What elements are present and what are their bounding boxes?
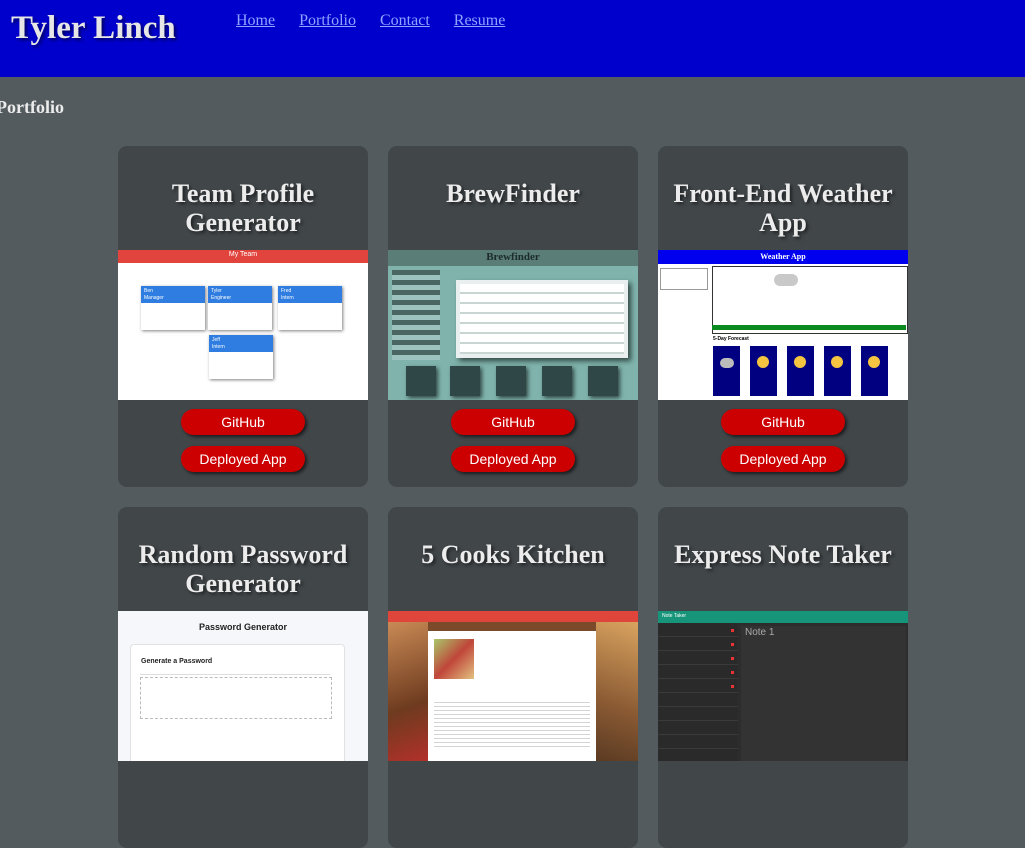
nav-home-link[interactable]: Home xyxy=(236,12,275,29)
deployed-app-button[interactable]: Deployed App xyxy=(451,446,575,472)
thumb-forecast-label: 5-Day Forecast xyxy=(713,336,749,342)
project-card-cooks-kitchen: 5 Cooks Kitchen xyxy=(388,507,638,848)
site-header: Tyler Linch Home Portfolio Contact Resum… xyxy=(0,0,1025,77)
nav-resume-link[interactable]: Resume xyxy=(454,12,506,29)
thumb-card-role: Manager xyxy=(144,295,164,301)
section-title: Portfolio xyxy=(0,97,64,117)
project-title: BrewFinder xyxy=(446,179,580,208)
thumb-note-title: Note 1 xyxy=(745,627,775,638)
project-screenshot: Weather App 5-Day Forecast xyxy=(658,250,908,400)
project-screenshot: Password Generator Generate a Password xyxy=(118,611,368,761)
thumb-card-name: Jeff xyxy=(212,337,220,343)
deployed-app-button[interactable]: Deployed App xyxy=(721,446,845,472)
project-title: Team Profile Generator xyxy=(171,179,315,237)
project-card-team-profile: Team Profile Generator My Team Ben Manage… xyxy=(118,146,368,487)
project-screenshot: Brewfinder xyxy=(388,250,638,400)
project-screenshot: Note Taker Note 1 xyxy=(658,611,908,761)
deployed-app-button[interactable]: Deployed App xyxy=(181,446,305,472)
github-button[interactable]: GitHub xyxy=(181,409,305,435)
thumb-card-name: Ben xyxy=(144,288,153,294)
github-button[interactable]: GitHub xyxy=(451,409,575,435)
project-title: Express Note Taker xyxy=(674,540,892,569)
thumb-subheader: Generate a Password xyxy=(141,658,213,665)
thumb-card-role: Engineer xyxy=(211,295,232,301)
project-title: 5 Cooks Kitchen xyxy=(421,540,605,569)
thumb-header: Brewfinder xyxy=(486,251,540,263)
thumb-card-role: Intern xyxy=(212,344,225,350)
thumb-header: Weather App xyxy=(760,252,806,261)
project-card-note-taker: Express Note Taker Note Taker Note 1 xyxy=(658,507,908,848)
thumb-header: My Team xyxy=(228,251,258,258)
nav-portfolio-link[interactable]: Portfolio xyxy=(299,12,356,29)
main-nav: Home Portfolio Contact Resume xyxy=(236,12,525,30)
thumb-card-role: Intern xyxy=(281,295,294,301)
thumb-card-name: Tyler xyxy=(211,288,222,294)
project-title: Random Password Generator xyxy=(138,540,348,598)
github-button[interactable]: GitHub xyxy=(721,409,845,435)
site-title: Tyler Linch xyxy=(11,10,176,46)
thumb-card-name: Fred xyxy=(281,288,292,294)
thumb-header: Note Taker xyxy=(662,613,687,619)
project-title: Front-End Weather App xyxy=(673,179,893,237)
project-screenshot xyxy=(388,611,638,761)
project-card-brewfinder: BrewFinder Brewfinder GitHub Deployed Ap… xyxy=(388,146,638,487)
project-card-password: Random Password Generator Password Gener… xyxy=(118,507,368,848)
nav-contact-link[interactable]: Contact xyxy=(380,12,430,29)
project-card-weather: Front-End Weather App Weather App 5-Day … xyxy=(658,146,908,487)
project-screenshot: My Team Ben Manager Tyler Engineer Fred Int… xyxy=(118,250,368,400)
thumb-header: Password Generator xyxy=(198,622,288,632)
